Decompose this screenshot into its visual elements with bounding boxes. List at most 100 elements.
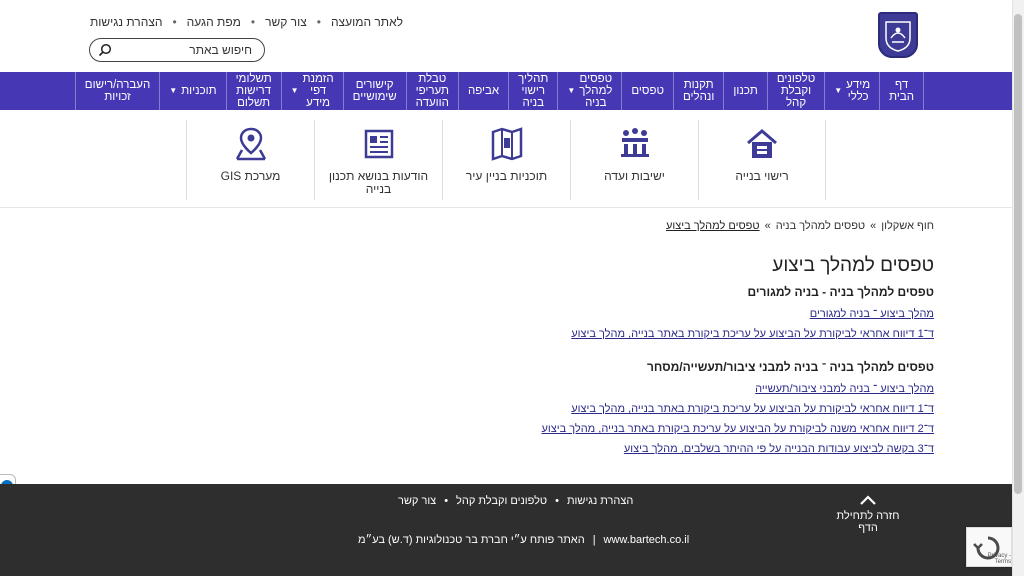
notice-board-icon — [364, 129, 393, 159]
chevron-down-icon: ▼ — [290, 86, 299, 95]
nav-item-label: הזמנת דפי מידע — [302, 73, 334, 109]
nav-item-label: תהליך רישוי בניה — [518, 73, 549, 109]
main-nav: דף הבית מידע כללי ▼ טלפונים וקבלת קהל תכנון ת… — [0, 72, 1012, 110]
credit-text: האתר פותח ע״י חברת בר טכנולוגיות (ד.ש) ב… — [358, 534, 585, 546]
chevron-up-icon — [860, 495, 876, 505]
nav-item[interactable]: טפסים למהלך בניה ▼ — [557, 72, 621, 110]
recaptcha-text[interactable]: Privacy - Terms — [971, 553, 1011, 565]
nav-item-label: טפסים למהלך בניה — [579, 73, 613, 109]
nav-item[interactable]: אביפה — [457, 72, 508, 110]
logo-emblem-icon — [885, 21, 911, 52]
recaptcha-badge[interactable]: Privacy - Terms — [966, 527, 1012, 567]
nav-item-label: תכנון — [733, 85, 758, 97]
nav-item[interactable]: דף הבית — [879, 72, 924, 110]
chevron-down-icon: ▼ — [169, 86, 178, 95]
header: לאתר המועצה • צור קשר • מפת הגעה • הצהרת… — [0, 0, 1012, 72]
separator: • — [444, 495, 449, 507]
form-link[interactable]: ד־1 דיווח אחראי לביקורת על הביצוע על ערי… — [334, 403, 934, 415]
meeting-icon — [620, 128, 649, 157]
breadcrumb-current[interactable]: טפסים למהלך ביצוע — [666, 220, 760, 232]
form-link[interactable]: ד־1 דיווח אחראי לביקורת על הביצוע על ערי… — [334, 328, 934, 340]
top-links: לאתר המועצה • צור קשר • מפת הגעה • הצהרת… — [90, 15, 403, 29]
credit-site-link[interactable]: www.bartech.co.il — [604, 534, 690, 546]
nav-item[interactable]: טפסים — [621, 72, 673, 110]
breadcrumb-home[interactable]: חוף אשקלון — [881, 220, 934, 232]
nav-item-label: דף הבית — [889, 79, 914, 103]
nav-item-label: טבלת תעריפי הוועדה — [415, 73, 449, 109]
top-link-contact[interactable]: צור קשר — [265, 15, 307, 29]
nav-item[interactable]: תקנות ונהלים — [672, 72, 723, 110]
house-icon — [747, 129, 777, 158]
footer-credit: www.bartech.co.il | האתר פותח ע״י חברת ב… — [358, 534, 689, 546]
tile-label: תוכניות בניין עיר — [465, 169, 548, 183]
nav-item[interactable]: תהליך רישוי בניה — [508, 72, 557, 110]
form-link[interactable]: מהלך ביצוע ־ בניה למגורים — [334, 308, 934, 320]
nav-item[interactable]: העברה/רישום זכויות — [74, 72, 159, 110]
council-logo[interactable] — [878, 12, 918, 58]
back-to-top-label: חזרה לתחילת הדף — [836, 510, 900, 534]
breadcrumb-separator: » — [764, 220, 771, 232]
map-pin-icon — [235, 127, 266, 161]
nav-item-label: תקנות ונהלים — [682, 79, 715, 103]
section-title-public: טפסים למהלך בניה ־ בניה למבני ציבור/תעשי… — [647, 360, 934, 374]
nav-item[interactable]: תשלומי דרישות תשלום — [225, 72, 281, 110]
breadcrumb-separator: » — [870, 220, 877, 232]
search-box — [89, 38, 265, 62]
map-book-icon — [491, 127, 522, 161]
nav-item-label: טלפונים וקבלת קהל — [776, 73, 816, 109]
nav-item[interactable]: תוכניות ▼ — [159, 72, 225, 110]
tile-building-permits[interactable]: רישוי בנייה — [698, 120, 826, 200]
tile-city-plans[interactable]: תוכניות בניין עיר — [442, 120, 570, 200]
breadcrumb: חוף אשקלון » טפסים למהלך בניה » טפסים למ… — [666, 220, 934, 232]
breadcrumb-parent[interactable]: טפסים למהלך בניה — [776, 220, 865, 232]
separator: • — [555, 495, 559, 507]
nav-item[interactable]: הזמנת דפי מידע ▼ — [280, 72, 343, 110]
tile-committee-meetings[interactable]: ישיבות ועדה — [570, 120, 698, 200]
divider — [0, 207, 1012, 208]
nav-item-label: מידע כללי — [846, 79, 871, 103]
separator: | — [592, 534, 596, 546]
form-link[interactable]: ד־2 דיווח אחראי משנה לביקורת על הביצוע ע… — [334, 423, 934, 435]
form-link[interactable]: ד־3 בקשה לביצוע עבודות הבנייה על פי ההית… — [334, 443, 934, 455]
search-input[interactable] — [122, 43, 252, 57]
tile-label: מערכת GIS — [220, 169, 281, 183]
form-link[interactable]: מהלך ביצוע ־ בניה למבני ציבור/תעשייה — [334, 383, 934, 395]
footer-link-contact[interactable]: צור קשר — [398, 495, 436, 507]
tile-gis-system[interactable]: מערכת GIS — [186, 120, 314, 200]
main-content: טפסים למהלך ביצוע טפסים למהלך בניה - בני… — [334, 255, 934, 463]
tile-label: ישיבות ועדה — [604, 169, 665, 183]
tile-label: הודעות בנושא תכנון בנייה — [328, 169, 429, 196]
nav-item-label: טפסים — [631, 85, 664, 97]
top-link-accessibility[interactable]: הצהרת נגישות — [90, 15, 162, 29]
top-link-map[interactable]: מפת הגעה — [187, 15, 241, 29]
back-to-top-button[interactable]: חזרה לתחילת הדף — [828, 494, 908, 534]
top-link-council[interactable]: לאתר המועצה — [331, 15, 403, 29]
nav-item[interactable]: טבלת תעריפי הוועדה — [405, 72, 458, 110]
nav-item-label: קישורים שימושיים — [352, 79, 397, 103]
page: לאתר המועצה • צור קשר • מפת הגעה • הצהרת… — [0, 0, 1012, 576]
scrollbar-thumb[interactable] — [1014, 14, 1022, 494]
nav-item[interactable]: טלפונים וקבלת קהל — [766, 72, 824, 110]
page-title: טפסים למהלך ביצוע — [772, 255, 934, 276]
tile-planning-notices[interactable]: הודעות בנושא תכנון בנייה — [314, 120, 442, 200]
nav-item[interactable]: תכנון — [723, 72, 766, 110]
search-icon[interactable] — [98, 43, 112, 57]
nav-item-label: תוכניות — [181, 85, 217, 97]
footer: הצהרת נגישות • טלפונים וקבלת קהל • צור ק… — [0, 484, 1012, 576]
nav-item-label: העברה/רישום זכויות — [84, 79, 151, 103]
footer-link-accessibility[interactable]: הצהרת נגישות — [567, 495, 633, 507]
nav-item[interactable]: מידע כללי ▼ — [824, 72, 879, 110]
footer-links: הצהרת נגישות • טלפונים וקבלת קהל • צור ק… — [398, 495, 633, 507]
section-title-residential: טפסים למהלך בניה - בניה למגורים — [747, 285, 934, 299]
nav-item[interactable]: קישורים שימושיים — [342, 72, 406, 110]
nav-item-label: אביפה — [467, 85, 500, 97]
separator: • — [316, 15, 321, 29]
chevron-down-icon: ▼ — [567, 86, 576, 95]
scrollbar[interactable] — [1012, 0, 1024, 576]
nav-item-label: תשלומי דרישות תשלום — [235, 73, 272, 109]
footer-link-phones[interactable]: טלפונים וקבלת קהל — [456, 495, 547, 507]
separator: • — [250, 15, 256, 29]
tile-label: רישוי בנייה — [735, 169, 789, 183]
quick-tiles: רישוי בנייה ישיבות ועדה תוכניות בניין עי… — [186, 120, 826, 200]
